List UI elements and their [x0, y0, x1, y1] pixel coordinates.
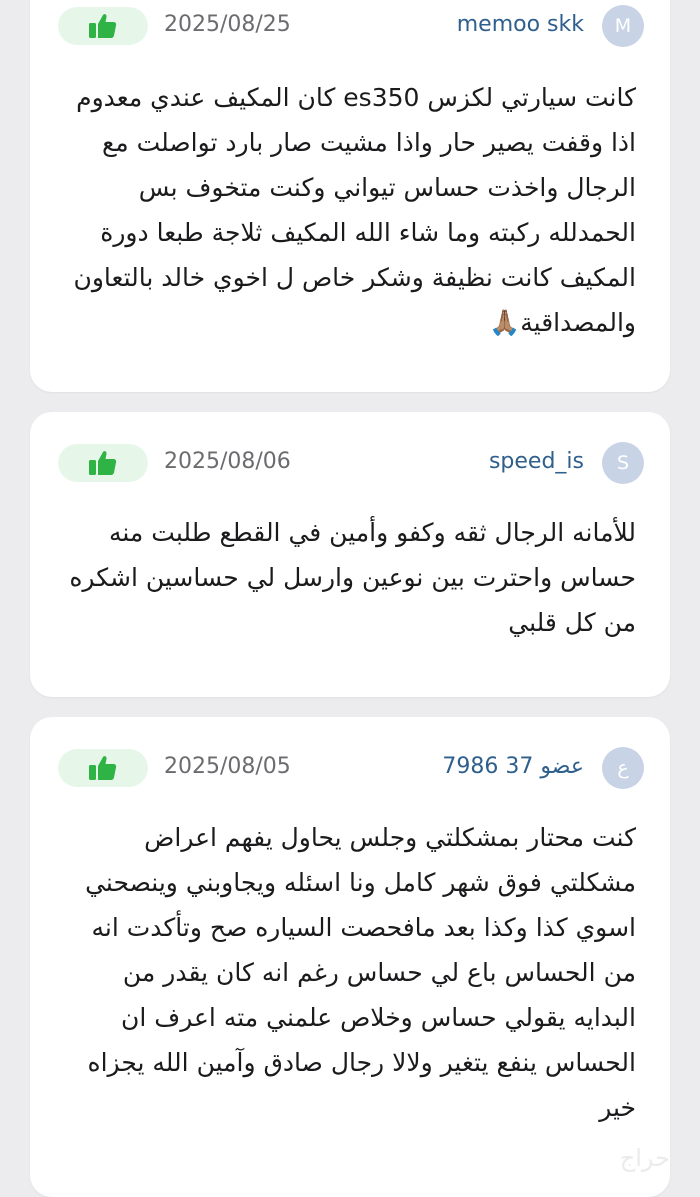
like-button[interactable] [58, 749, 148, 787]
avatar[interactable]: S [602, 442, 644, 484]
review-card: ع عضو 37 7986 2025/08/05 كنت محتار بمشكل… [30, 717, 670, 1197]
review-text: للأمانه الرجال ثقه وكفو وأمين في القطع ط… [69, 518, 636, 637]
review-card: S speed_is 2025/08/06 للأمانه الرجال ثقه… [30, 412, 670, 697]
like-button[interactable] [58, 444, 148, 482]
review-header: S speed_is 2025/08/06 [30, 442, 670, 484]
review-text: كانت سيارتي لكزس es350 كان المكيف عندي م… [73, 83, 636, 337]
thumbs-up-icon [89, 451, 117, 475]
review-date: 2025/08/06 [164, 449, 291, 474]
review-text: كنت محتار بمشكلتي وجلس يحاول يفهم اعراض … [85, 823, 636, 1122]
thumbs-up-icon [89, 14, 117, 38]
username-link[interactable]: عضو 37 7986 [442, 754, 584, 779]
review-header: ع عضو 37 7986 2025/08/05 [30, 747, 670, 789]
avatar[interactable]: ع [602, 747, 644, 789]
review-header: M memoo skk 2025/08/25 [30, 5, 670, 47]
username-link[interactable]: memoo skk [457, 12, 584, 37]
review-date: 2025/08/25 [164, 12, 291, 37]
review-date: 2025/08/05 [164, 754, 291, 779]
like-button[interactable] [58, 7, 148, 45]
username-link[interactable]: speed_is [489, 449, 584, 474]
thumbs-up-icon [89, 756, 117, 780]
watermark-logo: حراج [619, 1144, 670, 1172]
avatar[interactable]: M [602, 5, 644, 47]
review-card: M memoo skk 2025/08/25 كانت سيارتي لكزس … [30, 0, 670, 392]
